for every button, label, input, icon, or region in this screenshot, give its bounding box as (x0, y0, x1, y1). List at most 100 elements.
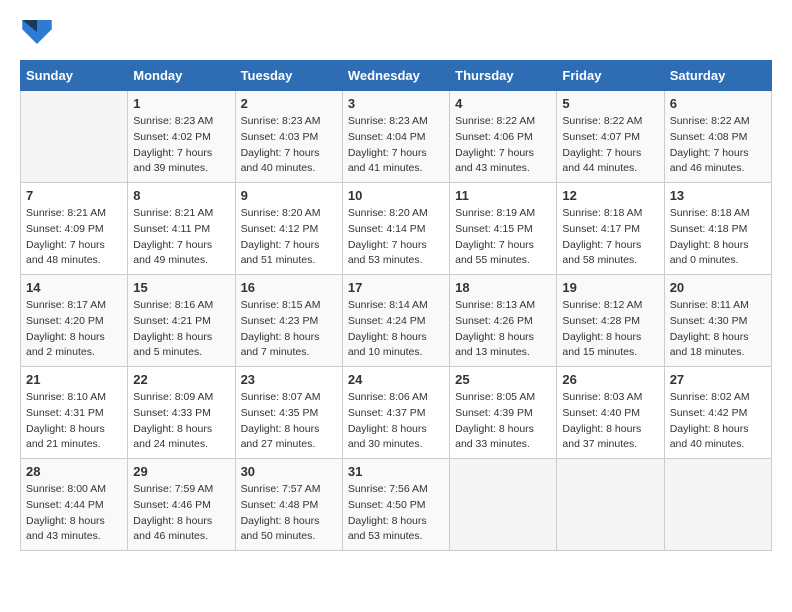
daylight: Daylight: 8 hours and 7 minutes. (241, 331, 320, 359)
header-day: Monday (128, 61, 235, 91)
day-info: Sunrise: 8:23 AM Sunset: 4:04 PM Dayligh… (348, 114, 444, 177)
sunset: Sunset: 4:14 PM (348, 223, 426, 235)
day-info: Sunrise: 8:19 AM Sunset: 4:15 PM Dayligh… (455, 206, 551, 269)
header-day: Sunday (21, 61, 128, 91)
sunset: Sunset: 4:48 PM (241, 499, 319, 511)
sunrise: Sunrise: 8:16 AM (133, 299, 213, 311)
day-info: Sunrise: 8:00 AM Sunset: 4:44 PM Dayligh… (26, 482, 122, 545)
calendar-cell: 19 Sunrise: 8:12 AM Sunset: 4:28 PM Dayl… (557, 275, 664, 367)
daylight: Daylight: 8 hours and 0 minutes. (670, 239, 749, 267)
sunrise: Sunrise: 8:12 AM (562, 299, 642, 311)
week-row: 7 Sunrise: 8:21 AM Sunset: 4:09 PM Dayli… (21, 183, 772, 275)
day-number: 3 (348, 96, 444, 111)
sunrise: Sunrise: 8:19 AM (455, 207, 535, 219)
sunset: Sunset: 4:44 PM (26, 499, 104, 511)
calendar-cell: 6 Sunrise: 8:22 AM Sunset: 4:08 PM Dayli… (664, 91, 771, 183)
sunset: Sunset: 4:12 PM (241, 223, 319, 235)
day-number: 28 (26, 464, 122, 479)
sunset: Sunset: 4:21 PM (133, 315, 211, 327)
sunset: Sunset: 4:02 PM (133, 131, 211, 143)
sunrise: Sunrise: 8:14 AM (348, 299, 428, 311)
daylight: Daylight: 8 hours and 18 minutes. (670, 331, 749, 359)
sunset: Sunset: 4:33 PM (133, 407, 211, 419)
day-number: 16 (241, 280, 337, 295)
day-number: 4 (455, 96, 551, 111)
sunrise: Sunrise: 8:22 AM (562, 115, 642, 127)
daylight: Daylight: 8 hours and 13 minutes. (455, 331, 534, 359)
day-number: 7 (26, 188, 122, 203)
day-number: 23 (241, 372, 337, 387)
day-info: Sunrise: 8:18 AM Sunset: 4:18 PM Dayligh… (670, 206, 766, 269)
day-number: 8 (133, 188, 229, 203)
day-number: 18 (455, 280, 551, 295)
header-row: SundayMondayTuesdayWednesdayThursdayFrid… (21, 61, 772, 91)
calendar-cell: 10 Sunrise: 8:20 AM Sunset: 4:14 PM Dayl… (342, 183, 449, 275)
day-info: Sunrise: 8:20 AM Sunset: 4:14 PM Dayligh… (348, 206, 444, 269)
daylight: Daylight: 8 hours and 50 minutes. (241, 515, 320, 543)
sunset: Sunset: 4:37 PM (348, 407, 426, 419)
daylight: Daylight: 7 hours and 49 minutes. (133, 239, 212, 267)
calendar-cell: 21 Sunrise: 8:10 AM Sunset: 4:31 PM Dayl… (21, 367, 128, 459)
sunrise: Sunrise: 8:06 AM (348, 391, 428, 403)
calendar-cell: 14 Sunrise: 8:17 AM Sunset: 4:20 PM Dayl… (21, 275, 128, 367)
sunset: Sunset: 4:04 PM (348, 131, 426, 143)
day-number: 19 (562, 280, 658, 295)
day-number: 24 (348, 372, 444, 387)
calendar-cell: 26 Sunrise: 8:03 AM Sunset: 4:40 PM Dayl… (557, 367, 664, 459)
week-row: 28 Sunrise: 8:00 AM Sunset: 4:44 PM Dayl… (21, 459, 772, 551)
calendar-cell: 23 Sunrise: 8:07 AM Sunset: 4:35 PM Dayl… (235, 367, 342, 459)
day-info: Sunrise: 8:23 AM Sunset: 4:02 PM Dayligh… (133, 114, 229, 177)
daylight: Daylight: 8 hours and 27 minutes. (241, 423, 320, 451)
daylight: Daylight: 8 hours and 33 minutes. (455, 423, 534, 451)
daylight: Daylight: 8 hours and 10 minutes. (348, 331, 427, 359)
sunset: Sunset: 4:11 PM (133, 223, 210, 235)
day-number: 21 (26, 372, 122, 387)
calendar-cell: 27 Sunrise: 8:02 AM Sunset: 4:42 PM Dayl… (664, 367, 771, 459)
day-info: Sunrise: 8:21 AM Sunset: 4:11 PM Dayligh… (133, 206, 229, 269)
day-number: 20 (670, 280, 766, 295)
day-number: 5 (562, 96, 658, 111)
day-info: Sunrise: 7:57 AM Sunset: 4:48 PM Dayligh… (241, 482, 337, 545)
day-info: Sunrise: 7:56 AM Sunset: 4:50 PM Dayligh… (348, 482, 444, 545)
daylight: Daylight: 8 hours and 5 minutes. (133, 331, 212, 359)
day-info: Sunrise: 8:12 AM Sunset: 4:28 PM Dayligh… (562, 298, 658, 361)
sunset: Sunset: 4:03 PM (241, 131, 319, 143)
sunset: Sunset: 4:50 PM (348, 499, 426, 511)
sunrise: Sunrise: 8:22 AM (670, 115, 750, 127)
page-header (20, 20, 772, 50)
header-day: Thursday (450, 61, 557, 91)
sunrise: Sunrise: 8:02 AM (670, 391, 750, 403)
sunrise: Sunrise: 8:21 AM (26, 207, 106, 219)
daylight: Daylight: 8 hours and 2 minutes. (26, 331, 105, 359)
sunset: Sunset: 4:08 PM (670, 131, 748, 143)
day-info: Sunrise: 8:20 AM Sunset: 4:12 PM Dayligh… (241, 206, 337, 269)
calendar-cell: 17 Sunrise: 8:14 AM Sunset: 4:24 PM Dayl… (342, 275, 449, 367)
sunset: Sunset: 4:23 PM (241, 315, 319, 327)
week-row: 21 Sunrise: 8:10 AM Sunset: 4:31 PM Dayl… (21, 367, 772, 459)
calendar-cell: 22 Sunrise: 8:09 AM Sunset: 4:33 PM Dayl… (128, 367, 235, 459)
header-day: Tuesday (235, 61, 342, 91)
calendar-cell: 9 Sunrise: 8:20 AM Sunset: 4:12 PM Dayli… (235, 183, 342, 275)
sunrise: Sunrise: 8:13 AM (455, 299, 535, 311)
daylight: Daylight: 7 hours and 51 minutes. (241, 239, 320, 267)
daylight: Daylight: 7 hours and 58 minutes. (562, 239, 641, 267)
day-number: 27 (670, 372, 766, 387)
sunset: Sunset: 4:42 PM (670, 407, 748, 419)
calendar-cell: 3 Sunrise: 8:23 AM Sunset: 4:04 PM Dayli… (342, 91, 449, 183)
logo-general (20, 20, 52, 50)
sunset: Sunset: 4:07 PM (562, 131, 640, 143)
calendar-cell: 16 Sunrise: 8:15 AM Sunset: 4:23 PM Dayl… (235, 275, 342, 367)
sunset: Sunset: 4:06 PM (455, 131, 533, 143)
day-number: 6 (670, 96, 766, 111)
day-number: 17 (348, 280, 444, 295)
sunrise: Sunrise: 8:23 AM (133, 115, 213, 127)
day-info: Sunrise: 8:16 AM Sunset: 4:21 PM Dayligh… (133, 298, 229, 361)
daylight: Daylight: 7 hours and 44 minutes. (562, 147, 641, 175)
day-number: 10 (348, 188, 444, 203)
daylight: Daylight: 8 hours and 24 minutes. (133, 423, 212, 451)
daylight: Daylight: 8 hours and 21 minutes. (26, 423, 105, 451)
calendar-cell: 30 Sunrise: 7:57 AM Sunset: 4:48 PM Dayl… (235, 459, 342, 551)
day-info: Sunrise: 8:10 AM Sunset: 4:31 PM Dayligh… (26, 390, 122, 453)
sunrise: Sunrise: 7:56 AM (348, 483, 428, 495)
header-day: Saturday (664, 61, 771, 91)
